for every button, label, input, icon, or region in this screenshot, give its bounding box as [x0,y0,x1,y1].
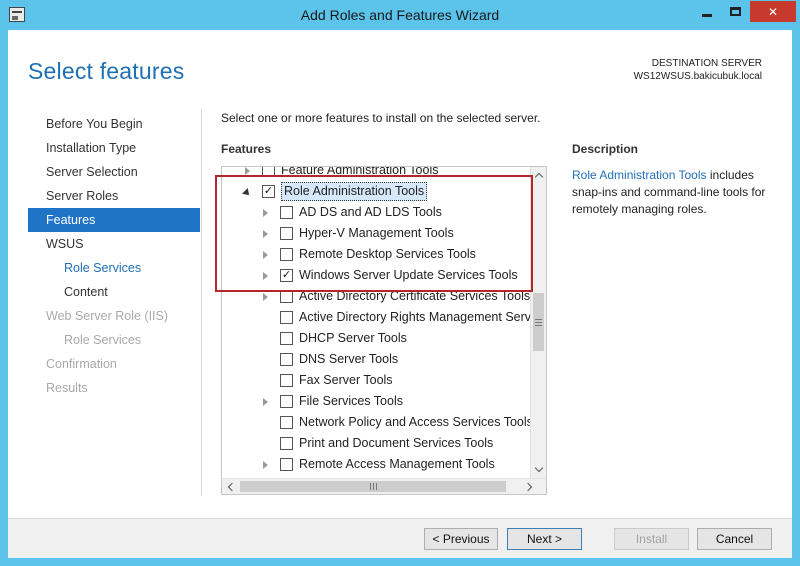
scroll-left-button[interactable] [222,479,238,494]
feature-row[interactable]: Active Directory Rights Management Servi… [222,307,540,328]
description-heading: Description [572,142,639,156]
cancel-button[interactable]: Cancel [697,528,772,550]
annotation-highlight-box [215,175,533,292]
feature-row[interactable]: DNS Server Tools [222,349,532,370]
features-heading: Features [221,142,272,156]
feature-checkbox[interactable] [280,458,293,471]
feature-row[interactable]: Remote Access Management Tools [222,454,532,475]
chevron-up-icon [534,172,543,182]
nav-item-web-server-role-iis: Web Server Role (IIS) [46,309,169,323]
close-button[interactable]: ✕ [750,1,796,22]
wizard-client-area: Select features DESTINATION SERVER WS12W… [8,30,792,558]
nav-divider [201,110,202,496]
feature-row[interactable]: Print and Document Services Tools [222,433,532,454]
page-title: Select features [28,58,185,84]
feature-label: Print and Document Services Tools [299,436,494,450]
scroll-up-button[interactable] [531,167,546,183]
feature-row[interactable]: DHCP Server Tools [222,328,532,349]
feature-label: Fax Server Tools [299,373,393,387]
grip-icon [535,318,542,326]
destination-server: DESTINATION SERVER WS12WSUS.bakicubuk.lo… [634,57,762,83]
horizontal-scroll-thumb[interactable] [240,481,506,492]
feature-label: DNS Server Tools [299,352,399,366]
destination-server-name: WS12WSUS.bakicubuk.local [633,71,762,82]
wizard-footer: < Previous Next > Install Cancel [8,518,792,558]
description-text: Role Administration Tools includes snap-… [572,167,772,218]
nav-item-features[interactable]: Features [28,208,200,232]
maximize-icon [729,7,741,16]
nav-item-server-selection[interactable]: Server Selection [28,160,200,184]
instruction-text: Select one or more features to install o… [221,111,541,125]
previous-button[interactable]: < Previous [424,528,498,550]
install-button: Install [614,528,689,550]
feature-checkbox[interactable] [280,332,293,345]
minimize-icon [702,14,712,17]
feature-row[interactable]: Fax Server Tools [222,370,532,391]
nav-item-content[interactable]: Content [28,280,200,304]
grip-icon [369,483,377,490]
chevron-right-icon [523,482,533,492]
window-frame: Add Roles and Features Wizard ✕ Select f… [0,0,800,566]
window-title: Add Roles and Features Wizard [300,7,500,23]
nav-item-results: Results [46,381,88,395]
nav-item-server-roles[interactable]: Server Roles [28,184,200,208]
nav-item-role-services[interactable]: Role Services [28,256,200,280]
scroll-right-button[interactable] [522,479,538,494]
feature-label: DHCP Server Tools [299,331,407,345]
next-button[interactable]: Next > [507,528,582,550]
minimize-button[interactable] [694,1,720,22]
feature-checkbox[interactable] [280,353,293,366]
feature-checkbox[interactable] [280,311,293,324]
scroll-down-button[interactable] [531,462,546,478]
feature-row[interactable]: File Services Tools [222,391,532,412]
feature-row[interactable]: Network Policy and Access Services Tools [222,412,533,433]
nav-item-confirmation: Confirmation [46,357,117,371]
title-bar[interactable]: Add Roles and Features Wizard ✕ [0,0,800,30]
vertical-scroll-thumb[interactable] [533,293,544,351]
close-icon: ✕ [767,4,779,19]
horizontal-scrollbar[interactable] [222,478,546,494]
nav-item-wsus[interactable]: WSUS [28,232,200,256]
feature-label: Remote Access Management Tools [299,457,495,471]
nav-item-role-services: Role Services [64,333,142,347]
chevron-left-icon [227,482,237,492]
chevron-down-icon [534,463,543,473]
feature-checkbox[interactable] [280,374,293,387]
maximize-button[interactable] [722,1,748,22]
expand-arrow-icon[interactable] [260,391,270,412]
feature-checkbox[interactable] [280,437,293,450]
feature-checkbox[interactable] [280,395,293,408]
expand-arrow-icon[interactable] [260,454,270,475]
feature-label: File Services Tools [299,394,403,408]
feature-checkbox[interactable] [280,416,293,429]
destination-label: DESTINATION SERVER [651,58,762,69]
feature-label: Network Policy and Access Services Tools [299,415,533,429]
nav-item-before-you-begin[interactable]: Before You Begin [28,112,200,136]
wizard-steps-nav: Before You Begin Installation Type Server … [28,112,200,400]
description-link[interactable]: Role Administration Tools [572,168,707,182]
feature-label: Active Directory Rights Management Servi… [299,310,541,324]
nav-item-installation-type[interactable]: Installation Type [28,136,200,160]
